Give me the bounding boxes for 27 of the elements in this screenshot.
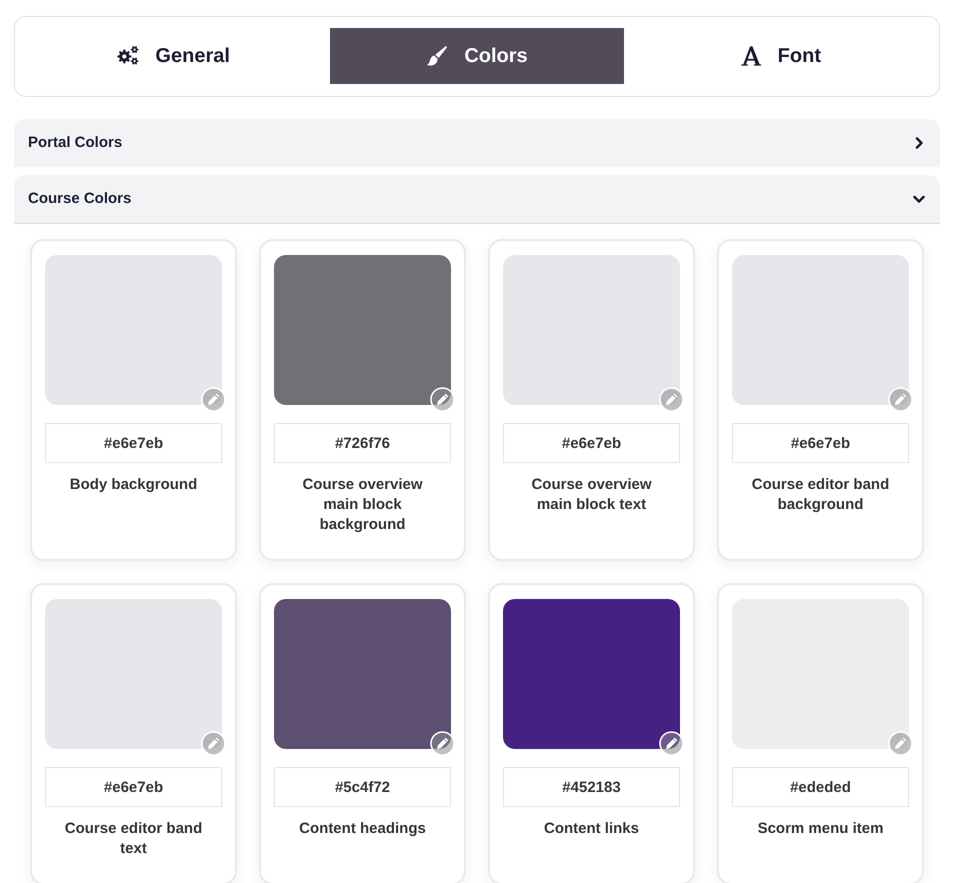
pencil-icon[interactable] bbox=[659, 731, 684, 756]
tab[interactable]: Colors bbox=[330, 28, 624, 84]
hex-field[interactable]: #e6e7eb bbox=[45, 423, 222, 463]
pencil-icon[interactable] bbox=[430, 387, 455, 412]
color-label: Course overview main block background bbox=[301, 475, 424, 535]
color-label: Course overview main block text bbox=[530, 475, 653, 515]
hex-field[interactable]: #ededed bbox=[732, 767, 909, 807]
color-label: Course editor band text bbox=[64, 819, 204, 859]
hex-field[interactable]: #5c4f72 bbox=[274, 767, 451, 807]
tab[interactable]: Font bbox=[634, 28, 927, 84]
pencil-icon[interactable] bbox=[430, 731, 455, 756]
hex-field[interactable]: #452183 bbox=[503, 767, 680, 807]
color-label: Body background bbox=[68, 475, 198, 495]
section-header[interactable]: Course Colors bbox=[14, 175, 940, 224]
color-label: Course editor band background bbox=[750, 475, 890, 515]
gears-icon bbox=[117, 45, 140, 67]
paintbrush-icon bbox=[426, 45, 448, 67]
hex-field[interactable]: #e6e7eb bbox=[503, 423, 680, 463]
font-icon bbox=[740, 45, 762, 67]
color-label: Content headings bbox=[298, 819, 427, 839]
hex-field[interactable]: #e6e7eb bbox=[45, 767, 222, 807]
color-label: Scorm menu item bbox=[756, 819, 884, 839]
hex-field[interactable]: #726f76 bbox=[274, 423, 451, 463]
hex-field[interactable]: #e6e7eb bbox=[732, 423, 909, 463]
section-header[interactable]: Portal Colors bbox=[14, 119, 940, 167]
color-label: Content links bbox=[542, 819, 640, 839]
tab[interactable]: General bbox=[27, 28, 320, 84]
